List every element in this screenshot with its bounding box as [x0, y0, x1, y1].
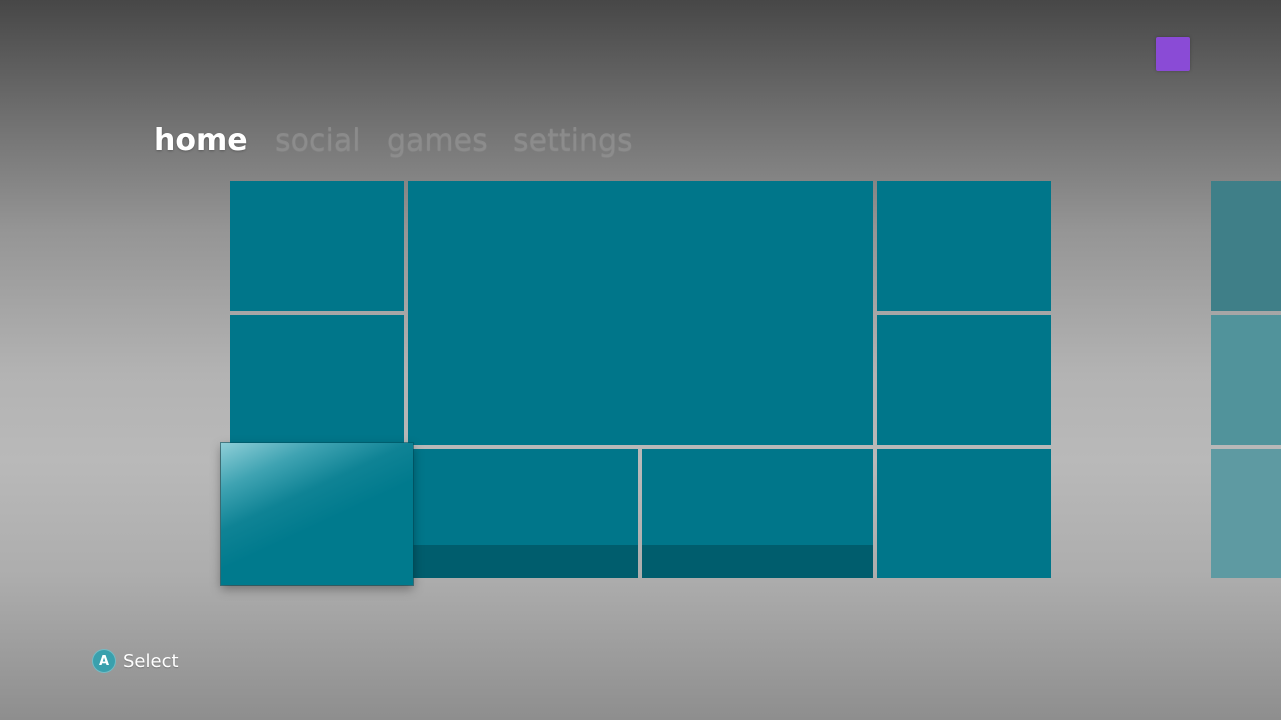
tile-featured-large[interactable]: [408, 181, 873, 445]
tile-caption-band: [408, 545, 638, 578]
tile-top-left[interactable]: [230, 181, 404, 311]
next-page-tile-bottom[interactable]: [1211, 449, 1281, 578]
tile-caption-band: [642, 545, 873, 578]
tile-bottom-left[interactable]: [221, 443, 413, 585]
tab-games[interactable]: games: [387, 118, 488, 164]
tile-bottom-center-right[interactable]: [642, 449, 873, 578]
tile-middle-right[interactable]: [877, 315, 1051, 445]
tile-bottom-right[interactable]: [877, 449, 1051, 578]
tile-bottom-center-left[interactable]: [408, 449, 638, 578]
tile-top-right[interactable]: [877, 181, 1051, 311]
next-page-tile-top[interactable]: [1211, 181, 1281, 311]
next-page-tile-middle[interactable]: [1211, 315, 1281, 445]
a-button-icon: A: [92, 649, 116, 673]
tab-social[interactable]: social: [275, 118, 361, 164]
button-hint: A Select: [92, 648, 179, 674]
select-hint-label: Select: [123, 650, 179, 672]
tab-settings[interactable]: settings: [513, 118, 633, 164]
tab-home[interactable]: home: [154, 118, 248, 164]
tile-middle-left[interactable]: [230, 315, 404, 446]
profile-avatar[interactable]: [1156, 37, 1190, 71]
